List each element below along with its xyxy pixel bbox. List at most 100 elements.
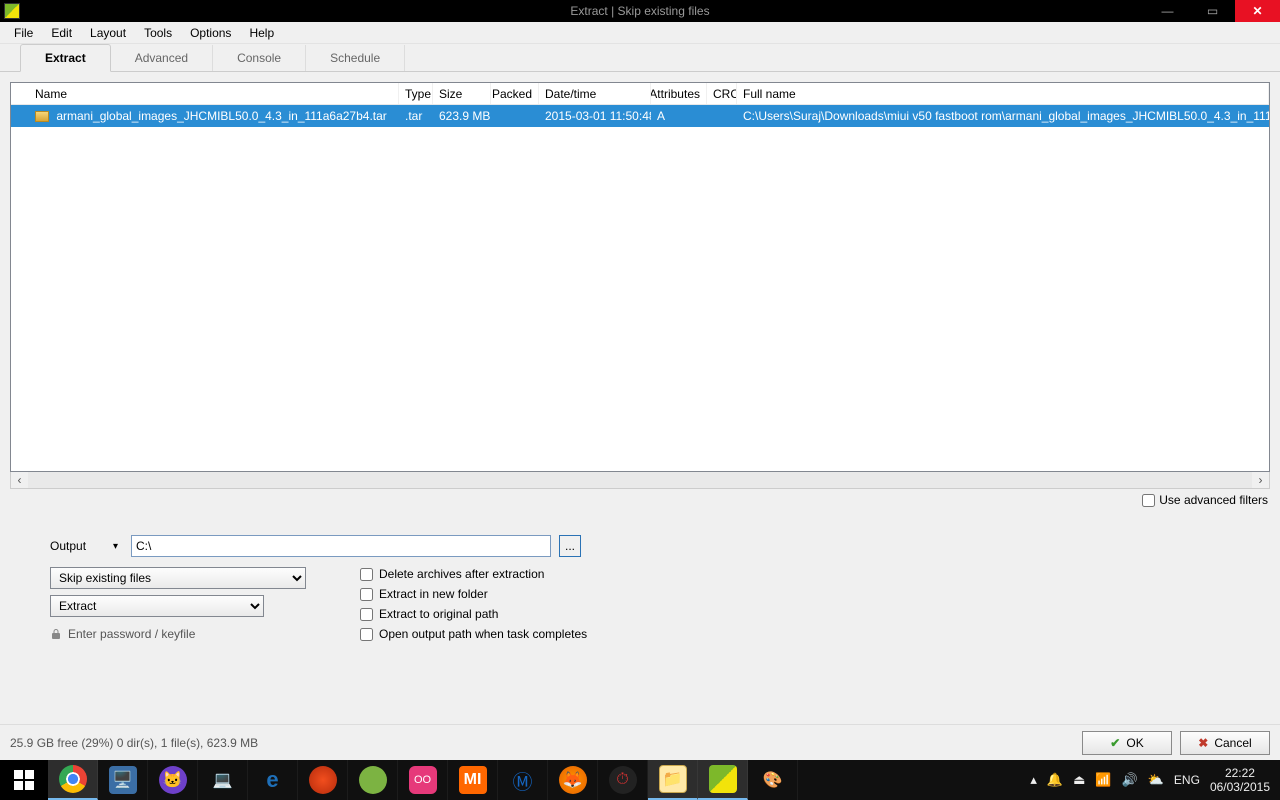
scroll-left-icon[interactable]: ‹ bbox=[11, 472, 28, 488]
tab-console[interactable]: Console bbox=[213, 45, 306, 71]
open-output-label: Open output path when task completes bbox=[379, 627, 587, 641]
task-peazip[interactable] bbox=[698, 760, 748, 800]
menu-tools[interactable]: Tools bbox=[136, 24, 180, 42]
list-row[interactable]: armani_global_images_JHCMIBL50.0_4.3_in_… bbox=[11, 105, 1269, 127]
tab-schedule[interactable]: Schedule bbox=[306, 45, 405, 71]
title-bar: Extract | Skip existing files — ▭ ✕ bbox=[0, 0, 1280, 22]
ok-button[interactable]: ✔OK bbox=[1082, 731, 1172, 755]
task-chrome[interactable] bbox=[48, 760, 98, 800]
malwarebytes-icon: Ⓜ bbox=[509, 766, 537, 794]
open-output-checkbox[interactable] bbox=[360, 628, 373, 641]
header-attr[interactable]: Attributes bbox=[651, 83, 707, 104]
delete-archives-checkbox[interactable] bbox=[360, 568, 373, 581]
task-malwarebytes[interactable]: Ⓜ bbox=[498, 760, 548, 800]
header-name[interactable]: Name bbox=[11, 83, 399, 104]
eject-icon[interactable]: ⏏ bbox=[1073, 772, 1085, 788]
peazip-icon bbox=[709, 765, 737, 793]
conflict-mode-select[interactable]: Skip existing files bbox=[50, 567, 306, 589]
cancel-button[interactable]: ✖Cancel bbox=[1180, 731, 1270, 755]
network-icon[interactable]: 📶 bbox=[1095, 772, 1111, 788]
task-ie[interactable]: e bbox=[248, 760, 298, 800]
firefox-icon: 🦊 bbox=[559, 766, 587, 794]
windows-logo-icon bbox=[14, 770, 34, 790]
output-label: Output bbox=[50, 539, 105, 553]
task-firefox[interactable]: 🦊 bbox=[548, 760, 598, 800]
action-select[interactable]: Extract bbox=[50, 595, 264, 617]
taskbar: 🖥️ 🐱 💻 e OO MI Ⓜ 🦊 ⏱ 📁 🎨 ▴ 🔔 ⏏ 📶 🔊 ⛅ ENG… bbox=[0, 760, 1280, 800]
password-link[interactable]: Enter password / keyfile bbox=[68, 627, 195, 641]
task-android-studio[interactable] bbox=[348, 760, 398, 800]
scroll-track[interactable] bbox=[28, 472, 1252, 488]
status-text: 25.9 GB free (29%) 0 dir(s), 1 file(s), … bbox=[10, 736, 258, 750]
weather-icon[interactable]: ⛅ bbox=[1148, 772, 1164, 788]
laptop-icon: 💻 bbox=[209, 766, 237, 794]
task-mi[interactable]: MI bbox=[448, 760, 498, 800]
status-bar: 25.9 GB free (29%) 0 dir(s), 1 file(s), … bbox=[0, 724, 1280, 760]
file-list[interactable]: Name Type Size Packed Date/time Attribut… bbox=[10, 82, 1270, 472]
window-title: Extract | Skip existing files bbox=[570, 4, 709, 18]
tab-extract[interactable]: Extract bbox=[20, 44, 111, 72]
clock[interactable]: 22:22 06/03/2015 bbox=[1210, 766, 1270, 795]
cell-attr: A bbox=[651, 109, 707, 123]
ccleaner-icon bbox=[309, 766, 337, 794]
notification-icon[interactable]: 🔔 bbox=[1047, 772, 1063, 788]
android-studio-icon bbox=[359, 766, 387, 794]
close-button[interactable]: ✕ bbox=[1235, 0, 1280, 22]
menu-edit[interactable]: Edit bbox=[43, 24, 80, 42]
task-speedometer[interactable]: ⏱ bbox=[598, 760, 648, 800]
browse-button[interactable]: ... bbox=[559, 535, 581, 557]
list-header: Name Type Size Packed Date/time Attribut… bbox=[11, 83, 1269, 105]
github-icon: 🐱 bbox=[159, 766, 187, 794]
use-advanced-filters-checkbox[interactable] bbox=[1142, 494, 1155, 507]
cell-size: 623.9 MB bbox=[433, 109, 491, 123]
mi-icon: MI bbox=[459, 766, 487, 794]
header-type[interactable]: Type bbox=[399, 83, 433, 104]
menu-bar: File Edit Layout Tools Options Help bbox=[0, 22, 1280, 44]
menu-help[interactable]: Help bbox=[241, 24, 282, 42]
cell-full: C:\Users\Suraj\Downloads\miui v50 fastbo… bbox=[737, 109, 1269, 123]
volume-icon[interactable]: 🔊 bbox=[1122, 772, 1138, 788]
task-paint[interactable]: 🎨 bbox=[748, 760, 798, 800]
header-date[interactable]: Date/time bbox=[539, 83, 651, 104]
ie-icon: e bbox=[259, 766, 287, 794]
task-github[interactable]: 🐱 bbox=[148, 760, 198, 800]
extract-original-path-checkbox[interactable] bbox=[360, 608, 373, 621]
header-packed[interactable]: Packed bbox=[491, 83, 539, 104]
desktop-icon: 🖥️ bbox=[109, 766, 137, 794]
tab-advanced[interactable]: Advanced bbox=[111, 45, 213, 71]
header-size[interactable]: Size bbox=[433, 83, 491, 104]
archive-icon bbox=[35, 111, 49, 122]
paint-icon: 🎨 bbox=[759, 766, 787, 794]
minimize-button[interactable]: — bbox=[1145, 0, 1190, 22]
extract-new-folder-label: Extract in new folder bbox=[379, 587, 488, 601]
app-icon bbox=[4, 3, 20, 19]
cell-name: armani_global_images_JHCMIBL50.0_4.3_in_… bbox=[56, 109, 386, 123]
maximize-button[interactable]: ▭ bbox=[1190, 0, 1235, 22]
task-ccleaner[interactable] bbox=[298, 760, 348, 800]
use-advanced-filters-label: Use advanced filters bbox=[1159, 493, 1268, 507]
task-genymotion[interactable]: OO bbox=[398, 760, 448, 800]
menu-options[interactable]: Options bbox=[182, 24, 239, 42]
output-path-input[interactable] bbox=[131, 535, 551, 557]
output-history-dropdown-icon[interactable]: ▾ bbox=[113, 541, 123, 552]
extract-new-folder-checkbox[interactable] bbox=[360, 588, 373, 601]
header-full[interactable]: Full name bbox=[737, 83, 1269, 104]
show-hidden-icon[interactable]: ▴ bbox=[1030, 772, 1037, 788]
chrome-icon bbox=[59, 765, 87, 793]
cell-date: 2015-03-01 11:50:48 bbox=[539, 109, 651, 123]
menu-layout[interactable]: Layout bbox=[82, 24, 134, 42]
speedometer-icon: ⏱ bbox=[609, 766, 637, 794]
task-desktop[interactable]: 🖥️ bbox=[98, 760, 148, 800]
header-crc[interactable]: CRC bbox=[707, 83, 737, 104]
task-explorer[interactable]: 📁 bbox=[648, 760, 698, 800]
start-button[interactable] bbox=[0, 760, 48, 800]
cell-type: .tar bbox=[399, 109, 433, 123]
genymotion-icon: OO bbox=[409, 766, 437, 794]
scroll-right-icon[interactable]: › bbox=[1252, 472, 1269, 488]
check-icon: ✔ bbox=[1110, 736, 1120, 750]
tab-bar: Extract Advanced Console Schedule bbox=[0, 44, 1280, 72]
horizontal-scrollbar[interactable]: ‹ › bbox=[10, 472, 1270, 489]
task-laptop[interactable]: 💻 bbox=[198, 760, 248, 800]
menu-file[interactable]: File bbox=[6, 24, 41, 42]
language-indicator[interactable]: ENG bbox=[1174, 773, 1200, 787]
